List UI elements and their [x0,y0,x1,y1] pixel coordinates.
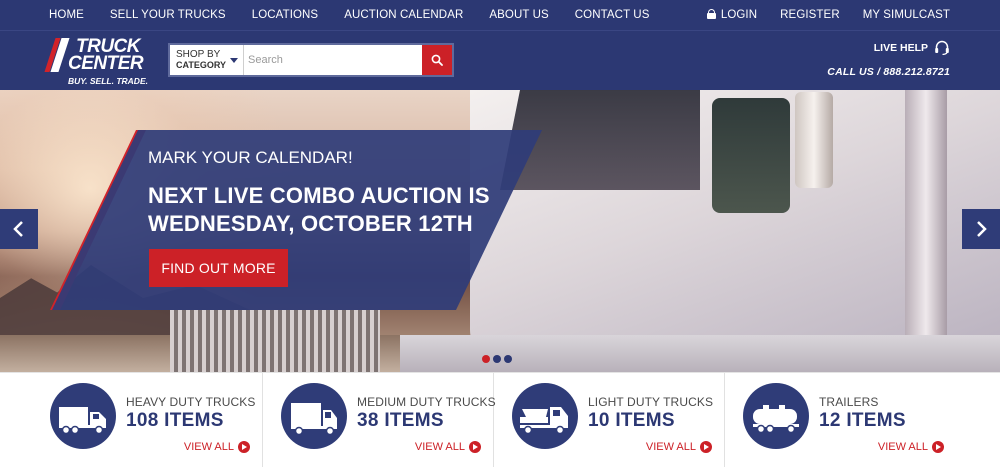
view-all-link[interactable]: VIEW ALL [415,441,481,453]
slider-dot-3[interactable] [504,355,512,363]
logo-text-center: CENTER [68,53,144,74]
category-heavy-duty[interactable]: HEAVY DUTY TRUCKS 108 ITEMS VIEW ALL [32,373,263,467]
slider-dots [482,355,515,363]
login-link[interactable]: LOGIN [706,9,758,21]
category-title: LIGHT DUTY TRUCKS [588,395,714,409]
hero-truck-door-window [712,98,790,213]
chevron-down-icon [230,58,238,63]
box-truck-icon [281,383,347,449]
arrow-right-circle-icon [238,441,250,453]
slider-next-button[interactable] [962,209,1000,249]
chevron-left-icon [13,221,23,237]
lock-icon [706,9,716,19]
hero-kicker: MARK YOUR CALENDAR! [148,148,353,167]
view-all-label: VIEW ALL [414,441,465,453]
hero-headline: NEXT LIVE COMBO AUCTION IS WEDNESDAY, OC… [148,183,490,236]
live-help-link[interactable]: LIVE HELP [874,40,950,55]
search-input[interactable] [248,50,418,70]
truck-center-logo[interactable]: TRUCK CENTER BUY. SELL. TRADE. [44,36,160,86]
category-count: 108 ITEMS [126,410,224,431]
header-bar: TRUCK CENTER BUY. SELL. TRADE. SHOP BY C… [0,30,1000,90]
arrow-right-circle-icon [932,441,944,453]
arrow-right-circle-icon [469,441,481,453]
category-trailers[interactable]: TRAILERS 12 ITEMS VIEW ALL [725,373,956,467]
find-out-more-button[interactable]: FIND OUT MORE [149,249,288,287]
slider-dot-2[interactable] [493,355,501,363]
view-all-link[interactable]: VIEW ALL [646,441,712,453]
search-bar: SHOP BY CATEGORY [168,43,454,77]
category-count: 12 ITEMS [819,410,906,431]
category-title: MEDIUM DUTY TRUCKS [357,395,496,409]
shop-by-category-dropdown[interactable]: SHOP BY CATEGORY [170,45,244,75]
logo-tagline: BUY. SELL. TRADE. [68,76,148,86]
nav-sell-your-trucks[interactable]: SELL YOUR TRUCKS [110,9,226,21]
category-light-duty[interactable]: LIGHT DUTY TRUCKS 10 ITEMS VIEW ALL [494,373,725,467]
account-menu: LOGIN REGISTER MY SIMULCAST [706,0,950,30]
view-all-link[interactable]: VIEW ALL [878,441,944,453]
hero-truck-grille [170,310,380,372]
nav-locations[interactable]: LOCATIONS [252,9,319,21]
nav-contact-us[interactable]: CONTACT US [575,9,650,21]
slider-dot-1[interactable] [482,355,490,363]
hero-truck-exhaust-stack [905,90,947,372]
view-all-label: VIEW ALL [645,441,696,453]
view-all-label: VIEW ALL [877,441,928,453]
login-label: LOGIN [720,9,758,21]
hero-truck-bumper [400,335,1000,372]
tanker-trailer-icon [743,383,809,449]
category-title: HEAVY DUTY TRUCKS [126,395,256,409]
category-label: CATEGORY [176,60,227,70]
category-medium-duty[interactable]: MEDIUM DUTY TRUCKS 38 ITEMS VIEW ALL [263,373,496,467]
slider-prev-button[interactable] [0,209,38,249]
nav-auction-calendar[interactable]: AUCTION CALENDAR [344,9,463,21]
heavy-truck-icon [50,383,116,449]
my-simulcast-link[interactable]: MY SIMULCAST [863,9,950,21]
category-title: TRAILERS [819,395,879,409]
category-count: 38 ITEMS [357,410,444,431]
shop-by-label: SHOP BY [176,49,221,60]
category-strip: HEAVY DUTY TRUCKS 108 ITEMS VIEW ALL MED… [0,372,1000,467]
top-nav: HOME SELL YOUR TRUCKS LOCATIONS AUCTION … [0,0,1000,30]
hero-truck-mirror [795,92,833,188]
chevron-right-icon [977,221,987,237]
nav-home[interactable]: HOME [49,9,84,21]
flatbed-truck-icon [512,383,578,449]
live-help-label: LIVE HELP [873,41,928,54]
arrow-right-circle-icon [700,441,712,453]
main-menu: HOME SELL YOUR TRUCKS LOCATIONS AUCTION … [36,0,662,30]
search-button[interactable] [422,45,452,75]
view-all-link[interactable]: VIEW ALL [184,441,250,453]
call-us-phone[interactable]: CALL US / 888.212.8721 [827,66,950,78]
nav-about-us[interactable]: ABOUT US [489,9,548,21]
headset-icon [935,40,949,55]
category-count: 10 ITEMS [588,410,675,431]
register-link[interactable]: REGISTER [780,9,840,21]
view-all-label: VIEW ALL [183,441,234,453]
search-icon [431,54,443,66]
